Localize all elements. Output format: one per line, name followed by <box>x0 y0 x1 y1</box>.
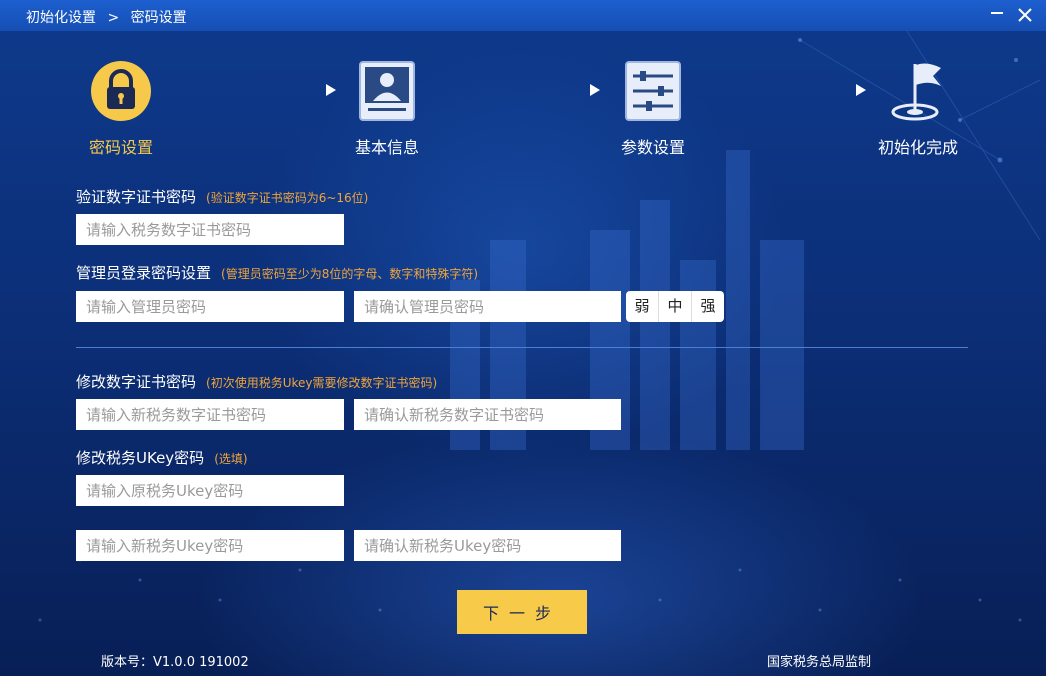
new-ukey-password-input[interactable] <box>76 530 344 561</box>
lock-icon <box>88 58 154 124</box>
id-card-icon <box>354 58 420 124</box>
step-label: 参数设置 <box>620 138 685 157</box>
supervisor-label: 国家税务总局监制 <box>767 655 872 670</box>
section-title: 修改数字证书密码 <box>76 373 197 391</box>
change-ukey-heading: 修改税务UKey密码 (选填) <box>76 447 248 468</box>
admin-password-heading: 管理员登录密码设置 (管理员密码至少为8位的字母、数字和特殊字符) <box>76 262 478 283</box>
old-ukey-password-input[interactable] <box>76 475 344 506</box>
step-label: 基本信息 <box>354 138 419 157</box>
section-title: 管理员登录密码设置 <box>76 264 212 282</box>
step-label: 密码设置 <box>88 138 153 157</box>
breadcrumb-separator: > <box>107 10 120 26</box>
admin-password-confirm-input[interactable] <box>354 291 621 322</box>
flag-icon <box>885 58 951 124</box>
new-ukey-password-confirm-input[interactable] <box>354 530 621 561</box>
new-cert-password-confirm-input[interactable] <box>354 399 621 430</box>
section-hint: (初次使用税务Ukey需要修改数字证书密码) <box>206 376 438 390</box>
minimize-button[interactable] <box>986 4 1008 26</box>
step-password: 密码设置 <box>66 58 176 158</box>
change-cert-heading: 修改数字证书密码 (初次使用税务Ukey需要修改数字证书密码) <box>76 371 437 392</box>
close-button[interactable] <box>1014 4 1036 26</box>
step-basic-info: 基本信息 <box>332 58 442 158</box>
section-title: 验证数字证书密码 <box>76 188 197 206</box>
step-label: 初始化完成 <box>877 138 958 157</box>
version-label: 版本号：V1.0.0 191002 <box>101 655 249 670</box>
cert-password-input[interactable] <box>76 214 344 245</box>
section-title: 修改税务UKey密码 <box>76 449 205 467</box>
arrow-right-icon <box>178 84 336 96</box>
step-parameters: 参数设置 <box>598 58 708 158</box>
admin-password-input[interactable] <box>76 291 344 322</box>
breadcrumb-root[interactable]: 初始化设置 <box>26 10 96 26</box>
step-complete: 初始化完成 <box>863 58 973 158</box>
sliders-icon <box>620 58 686 124</box>
strength-strong: 强 <box>700 297 716 315</box>
breadcrumb: 初始化设置 > 密码设置 <box>26 7 187 27</box>
section-hint: (验证数字证书密码为6~16位) <box>206 191 369 205</box>
strength-weak: 弱 <box>626 291 659 322</box>
divider <box>76 347 968 348</box>
cert-password-heading: 验证数字证书密码 (验证数字证书密码为6~16位) <box>76 186 368 207</box>
minimize-icon <box>991 12 1003 14</box>
new-cert-password-input[interactable] <box>76 399 344 430</box>
strength-medium: 中 <box>659 291 692 322</box>
password-strength-indicator: 弱 中 强 <box>626 291 724 322</box>
section-hint: (管理员密码至少为8位的字母、数字和特殊字符) <box>221 267 479 281</box>
next-step-button[interactable]: 下一步 <box>457 590 587 634</box>
arrow-right-icon <box>442 84 600 96</box>
arrow-right-icon <box>708 84 866 96</box>
breadcrumb-current: 密码设置 <box>130 10 187 26</box>
close-icon <box>1018 8 1032 22</box>
section-hint: (选填) <box>214 452 248 466</box>
title-bar: 初始化设置 > 密码设置 <box>0 0 1046 31</box>
